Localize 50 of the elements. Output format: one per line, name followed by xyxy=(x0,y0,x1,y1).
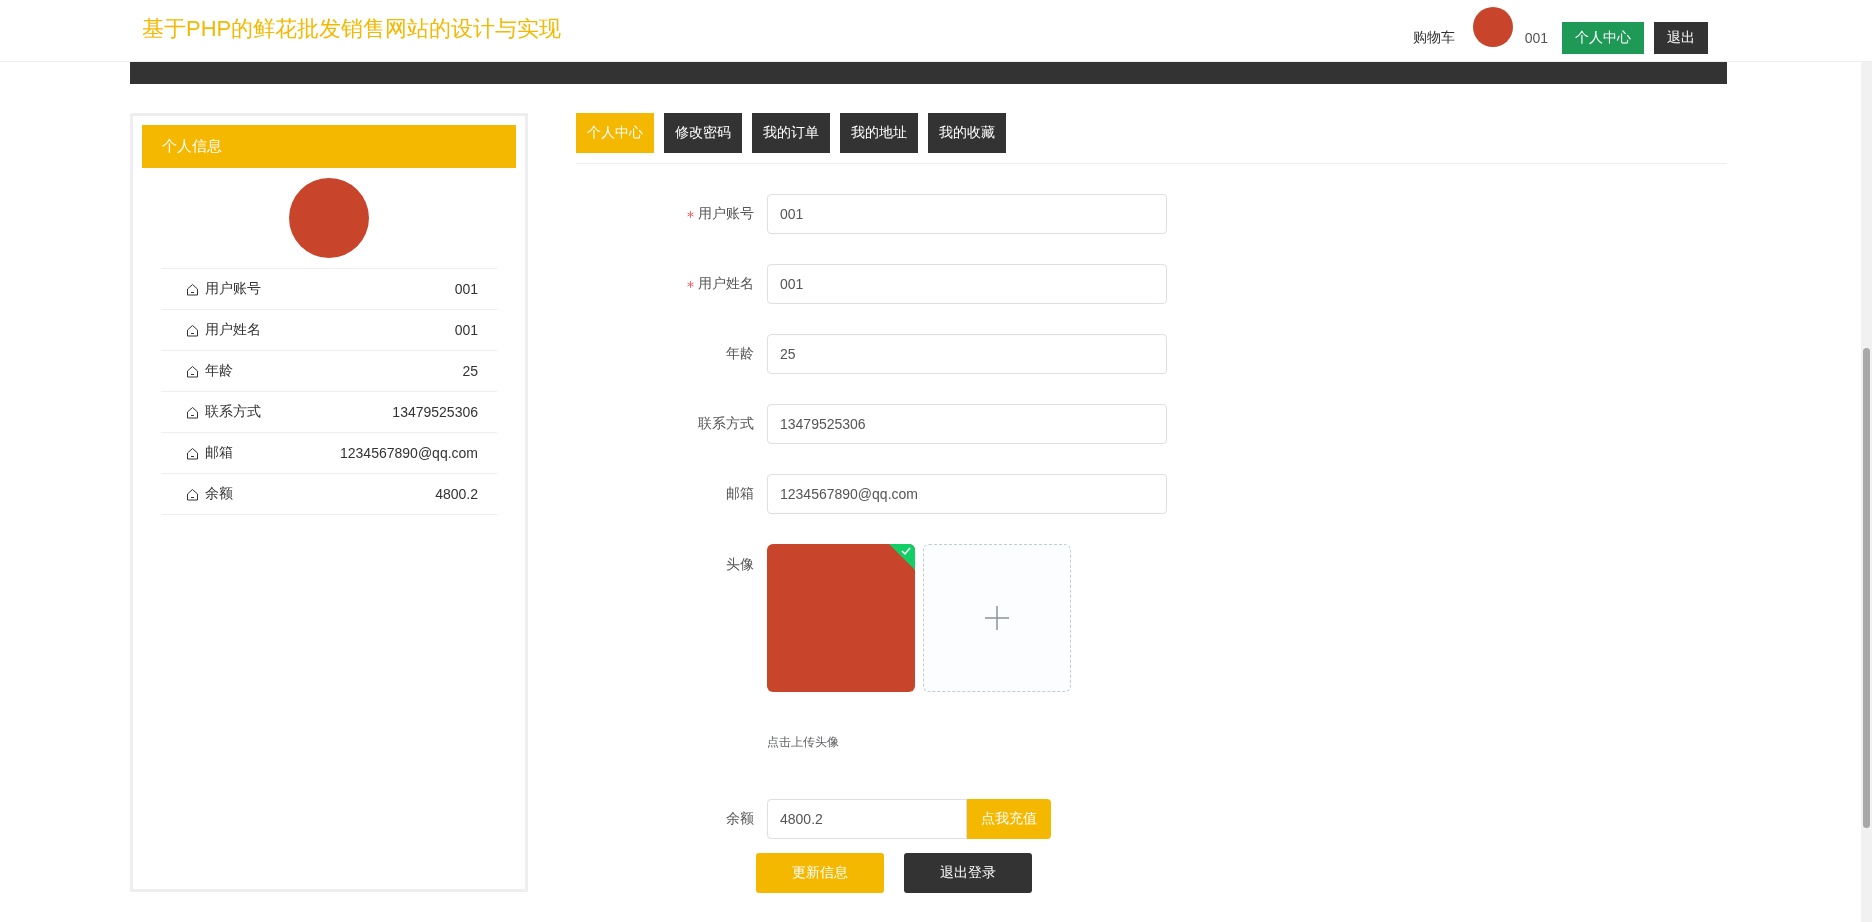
required-icon xyxy=(687,280,694,288)
plus-icon xyxy=(985,606,1009,630)
info-value: 001 xyxy=(454,322,478,338)
tab[interactable]: 我的订单 xyxy=(752,113,830,153)
upload-hint: 点击上传头像 xyxy=(767,734,840,751)
input-field[interactable]: 13479525306 xyxy=(767,404,1167,444)
info-label: 邮箱 xyxy=(205,444,233,462)
house-icon xyxy=(186,487,199,501)
house-icon xyxy=(186,446,199,460)
required-icon xyxy=(687,210,694,218)
card-title: 个人信息 xyxy=(142,125,516,168)
header-button[interactable]: 退出 xyxy=(1654,21,1708,54)
info-value: 25 xyxy=(462,363,478,379)
field-label: 联系方式 xyxy=(698,415,754,433)
header-button[interactable]: 个人中心 xyxy=(1562,21,1644,54)
site-title: 基于PHP的鲜花批发销售网站的设计与实现 xyxy=(142,14,562,43)
scrollbar-thumb[interactable] xyxy=(1863,348,1870,828)
action-button[interactable]: 退出登录 xyxy=(904,853,1032,893)
house-icon xyxy=(186,405,199,419)
house-icon xyxy=(186,323,199,337)
house-icon xyxy=(186,282,199,296)
tab[interactable]: 我的地址 xyxy=(840,113,918,153)
house-icon xyxy=(186,364,199,378)
input-field[interactable]: 25 xyxy=(767,334,1167,374)
input-field[interactable]: 001 xyxy=(767,194,1167,234)
tab[interactable]: 修改密码 xyxy=(664,113,742,153)
cart-link[interactable]: 购物车 xyxy=(1412,28,1455,47)
info-label: 余额 xyxy=(205,485,233,503)
field-label: 余额 xyxy=(726,810,754,828)
info-value: 1234567890@qq.com xyxy=(340,445,478,461)
field-label: 头像 xyxy=(726,556,754,574)
info-value: 4800.2 xyxy=(435,486,478,502)
check-icon xyxy=(889,544,915,570)
field-label: 用户姓名 xyxy=(698,275,754,293)
input-field[interactable]: 1234567890@qq.com xyxy=(767,474,1167,514)
field-label: 年龄 xyxy=(726,345,754,363)
info-value: 13479525306 xyxy=(392,404,478,420)
info-label: 用户姓名 xyxy=(205,321,261,339)
tab[interactable]: 我的收藏 xyxy=(928,113,1006,153)
field-label: 邮箱 xyxy=(726,485,754,503)
avatar[interactable] xyxy=(1472,6,1513,47)
upload-box[interactable] xyxy=(923,544,1071,692)
input-field[interactable]: 4800.2 xyxy=(767,799,967,839)
username: 001 xyxy=(1524,29,1548,46)
info-label: 联系方式 xyxy=(205,403,261,421)
input-field[interactable]: 001 xyxy=(767,264,1167,304)
info-value: 001 xyxy=(454,281,478,297)
info-label: 用户账号 xyxy=(205,280,261,298)
info-label: 年龄 xyxy=(205,362,233,380)
field-label: 用户账号 xyxy=(698,205,754,223)
